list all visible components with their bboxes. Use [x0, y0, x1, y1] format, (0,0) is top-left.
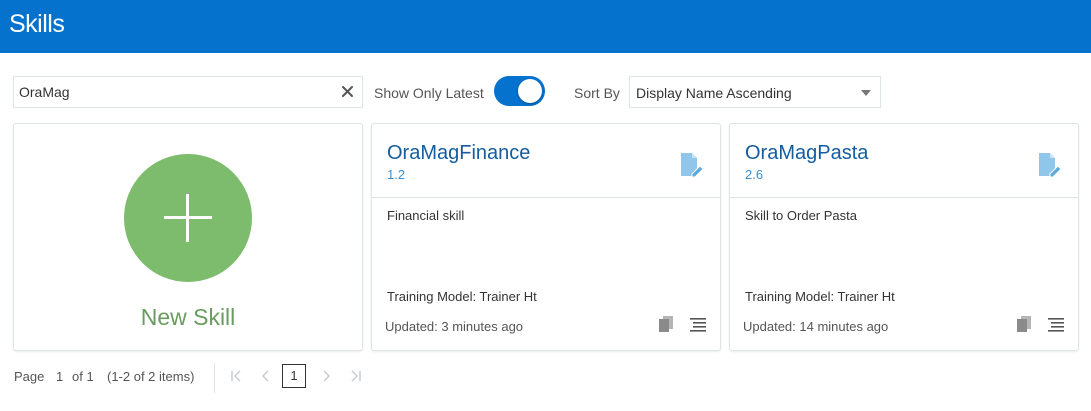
- clone-icon[interactable]: [659, 316, 673, 332]
- new-skill-card[interactable]: New Skill: [13, 123, 363, 351]
- items-range: (1-2 of 2 items): [107, 369, 195, 384]
- menu-icon[interactable]: [690, 318, 706, 332]
- skill-version: 2.6: [745, 167, 764, 182]
- show-only-latest-label: Show Only Latest: [374, 85, 484, 101]
- page-number: 1: [56, 369, 64, 384]
- sort-by-value: Display Name Ascending: [636, 85, 792, 101]
- page-of-label: of 1: [72, 369, 94, 384]
- toggle-knob[interactable]: [518, 79, 542, 103]
- sort-by-label: Sort By: [574, 85, 620, 101]
- next-page-icon[interactable]: [320, 370, 332, 382]
- skill-description: Skill to Order Pasta: [745, 208, 857, 223]
- pager-divider: [214, 363, 215, 393]
- clear-icon[interactable]: [341, 85, 354, 98]
- card-divider: [730, 197, 1078, 198]
- skill-name[interactable]: OraMagFinance: [387, 142, 530, 165]
- training-model: Training Model: Trainer Ht: [745, 289, 895, 304]
- training-model: Training Model: Trainer Ht: [387, 289, 537, 304]
- plus-icon[interactable]: [124, 154, 252, 282]
- skill-version: 1.2: [387, 167, 406, 182]
- skill-card[interactable]: OraMagFinance 1.2 Financial skill Traini…: [371, 123, 721, 351]
- prev-page-icon[interactable]: [260, 370, 272, 382]
- page-title: Skills: [9, 10, 65, 38]
- skill-name[interactable]: OraMagPasta: [745, 142, 868, 165]
- app-header: Skills: [0, 0, 1091, 53]
- document-edit-icon[interactable]: [680, 152, 704, 178]
- current-page-button[interactable]: 1: [282, 364, 306, 388]
- updated-time: Updated: 3 minutes ago: [385, 319, 524, 334]
- skill-card[interactable]: OraMagPasta 2.6 Skill to Order Pasta Tra…: [729, 123, 1079, 351]
- sort-by-select[interactable]: Display Name Ascending: [629, 76, 881, 108]
- updated-time: Updated: 14 minutes ago: [743, 319, 889, 334]
- show-only-latest-toggle[interactable]: [494, 76, 545, 106]
- skill-description: Financial skill: [387, 208, 465, 223]
- last-page-icon[interactable]: [350, 370, 362, 382]
- page-label: Page: [14, 369, 45, 384]
- clone-icon[interactable]: [1017, 316, 1031, 332]
- search-input[interactable]: [14, 77, 334, 107]
- search-box[interactable]: [13, 76, 363, 108]
- menu-icon[interactable]: [1048, 318, 1064, 332]
- first-page-icon[interactable]: [230, 370, 242, 382]
- document-edit-icon[interactable]: [1038, 152, 1062, 178]
- chevron-down-icon: [861, 90, 871, 96]
- new-skill-label[interactable]: New Skill: [14, 304, 362, 331]
- card-divider: [372, 197, 720, 198]
